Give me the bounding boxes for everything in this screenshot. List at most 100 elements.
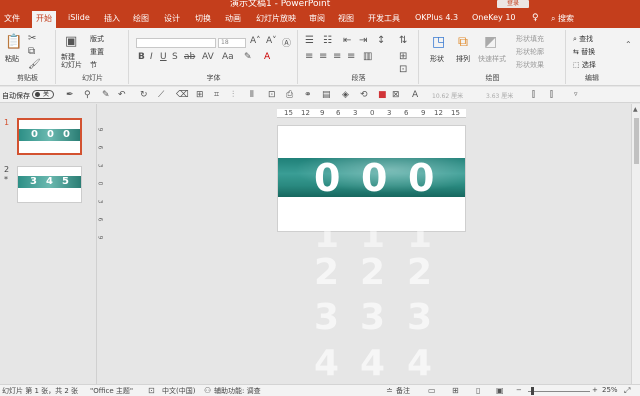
grow-font-icon[interactable]: A˄ bbox=[250, 36, 261, 46]
eyedropper-icon[interactable]: ⚲ bbox=[84, 90, 91, 100]
height-field[interactable]: 3.63 厘米 bbox=[486, 91, 513, 100]
columns-icon[interactable]: ▥ bbox=[363, 51, 372, 62]
change-case-icon[interactable]: Aa bbox=[222, 52, 234, 62]
new-slide-button[interactable]: 新建 幻灯片 bbox=[61, 53, 82, 69]
arrange-button[interactable]: 排列 bbox=[456, 54, 470, 64]
line-spacing-icon[interactable]: ↕ bbox=[377, 35, 385, 46]
strikethrough-icon[interactable]: ab bbox=[184, 52, 195, 62]
align-left-icon[interactable]: ≡ bbox=[305, 51, 313, 62]
tab-home[interactable]: 开始 bbox=[32, 11, 56, 28]
rotate-icon[interactable]: ⟲ bbox=[360, 90, 368, 100]
offslide-digit[interactable]: 3 bbox=[314, 300, 339, 336]
notes-icon[interactable]: ≐ bbox=[386, 386, 393, 395]
crop-icon[interactable]: ⌗ bbox=[214, 90, 219, 100]
pen-icon[interactable]: ✒ bbox=[66, 90, 74, 100]
office-icon[interactable]: ■ bbox=[378, 90, 387, 100]
tab-islide[interactable]: iSlide bbox=[68, 13, 90, 22]
align-text-icon[interactable]: ⊞ bbox=[399, 51, 407, 62]
offslide-digit[interactable]: 4 bbox=[314, 346, 339, 382]
justify-icon[interactable]: ≡ bbox=[347, 51, 355, 62]
align-icon[interactable]: ⫶ bbox=[232, 90, 234, 100]
copy-icon[interactable]: ⧉ bbox=[28, 46, 35, 57]
tab-draw[interactable]: 绘图 bbox=[133, 13, 149, 24]
distribute-icon[interactable]: ⫴ bbox=[250, 90, 254, 100]
fit-to-window-icon[interactable]: ⤢ bbox=[624, 386, 630, 396]
clear-format-icon[interactable]: Ⓐ bbox=[282, 36, 291, 49]
tab-animations[interactable]: 动画 bbox=[225, 13, 241, 24]
arrange-icon[interactable]: ⧉ bbox=[458, 34, 468, 50]
align-right-qat-icon[interactable]: ⫿ bbox=[550, 90, 553, 100]
slideshow-icon[interactable]: ▣ bbox=[496, 386, 504, 395]
offslide-digit[interactable]: 2 bbox=[360, 255, 385, 291]
new-slide-icon[interactable]: ▣ bbox=[65, 34, 77, 49]
layers-icon[interactable]: ▤ bbox=[322, 90, 331, 100]
quick-styles-button[interactable]: 快速样式 bbox=[478, 54, 506, 64]
accessibility-icon[interactable]: ⚇ bbox=[204, 386, 211, 395]
decrease-indent-icon[interactable]: ⇤ bbox=[343, 35, 351, 46]
table-icon[interactable]: ⊞ bbox=[196, 90, 204, 100]
reading-view-icon[interactable]: ▯ bbox=[476, 386, 480, 395]
align-center-icon[interactable]: ≡ bbox=[319, 51, 327, 62]
layout-button[interactable]: 版式 bbox=[90, 34, 104, 44]
format-painter-icon[interactable]: 🖌 bbox=[28, 59, 41, 70]
shadow-icon[interactable]: S bbox=[172, 52, 178, 62]
slide-thumbnail-1[interactable]: 0 0 0 bbox=[17, 118, 82, 155]
brush-icon[interactable]: ✎ bbox=[102, 90, 110, 100]
offslide-digit[interactable]: 2 bbox=[314, 255, 339, 291]
zoom-out-button[interactable]: − bbox=[516, 386, 522, 394]
select-button[interactable]: ⬚ 选择 bbox=[573, 60, 596, 70]
offslide-digit[interactable]: 4 bbox=[360, 346, 385, 382]
numbering-icon[interactable]: ☷ bbox=[323, 35, 332, 46]
char-spacing-icon[interactable]: AV bbox=[202, 52, 214, 62]
offslide-digit[interactable]: 3 bbox=[360, 300, 385, 336]
zoom-in-button[interactable]: + bbox=[592, 386, 598, 394]
font-size-dropdown[interactable]: 18 bbox=[218, 38, 246, 48]
text-fill-icon[interactable]: A bbox=[412, 90, 418, 100]
offslide-digit[interactable]: 1 bbox=[360, 218, 385, 254]
tab-file[interactable]: 文件 bbox=[4, 13, 20, 24]
slide-thumbnail-2[interactable]: 3 4 5 bbox=[17, 166, 82, 203]
replace-button[interactable]: ⇆ 替换 bbox=[573, 47, 595, 57]
increase-indent-icon[interactable]: ⇥ bbox=[359, 35, 367, 46]
shape-outline-button[interactable]: 形状轮廓 bbox=[516, 47, 544, 57]
collapse-ribbon-icon[interactable]: ⌃ bbox=[625, 40, 632, 49]
tab-developer[interactable]: 开发工具 bbox=[368, 13, 400, 24]
bullets-icon[interactable]: ☰ bbox=[305, 35, 314, 46]
font-color-icon[interactable]: A bbox=[264, 52, 270, 62]
tab-slideshow[interactable]: 幻灯片放映 bbox=[256, 13, 296, 24]
tab-insert[interactable]: 插入 bbox=[104, 13, 120, 24]
vertical-scrollbar[interactable]: ▲ bbox=[631, 104, 640, 384]
font-family-dropdown[interactable] bbox=[136, 38, 216, 48]
width-field[interactable]: 10.62 厘米 bbox=[432, 91, 463, 100]
lightbulb-icon[interactable]: ♀ bbox=[532, 13, 539, 23]
tab-review[interactable]: 审阅 bbox=[309, 13, 325, 24]
zoom-slider-thumb[interactable] bbox=[531, 387, 534, 395]
section-button[interactable]: 节 bbox=[90, 60, 97, 70]
shape-fill-button[interactable]: 形状填充 bbox=[516, 34, 544, 44]
zoom-level[interactable]: 25% bbox=[602, 386, 618, 394]
shapes-button[interactable]: 形状 bbox=[430, 54, 444, 64]
print-icon[interactable]: ⎙ bbox=[286, 90, 293, 100]
shape-effects-button[interactable]: 形状效果 bbox=[516, 60, 544, 70]
autosave-toggle[interactable]: 关 bbox=[32, 90, 54, 99]
align-right-icon[interactable]: ≡ bbox=[333, 51, 341, 62]
undo-icon[interactable]: ↶ bbox=[118, 90, 126, 100]
highlight-icon[interactable]: ✎ bbox=[244, 52, 252, 62]
reset-button[interactable]: 重置 bbox=[90, 47, 104, 57]
tab-onekey[interactable]: OneKey 10 bbox=[472, 13, 516, 22]
paste-button[interactable]: 粘贴 bbox=[5, 54, 19, 64]
accessibility-status[interactable]: 辅助功能: 调查 bbox=[214, 386, 261, 396]
italic-icon[interactable]: I bbox=[150, 52, 153, 62]
slide-digit[interactable]: 0 bbox=[361, 159, 387, 198]
slide-digit[interactable]: 0 bbox=[314, 159, 340, 198]
language-indicator[interactable]: 中文(中国) bbox=[162, 386, 195, 396]
cut-icon[interactable]: ✂ bbox=[28, 33, 36, 44]
tab-design[interactable]: 设计 bbox=[164, 13, 180, 24]
search-button[interactable]: ⌕ 搜索 bbox=[551, 13, 574, 24]
shapes-icon[interactable]: ◳ bbox=[432, 34, 445, 50]
redo-icon[interactable]: ↻ bbox=[140, 90, 148, 100]
tab-okplus[interactable]: OKPlus 4.3 bbox=[415, 13, 458, 22]
offslide-digit[interactable]: 2 bbox=[407, 255, 432, 291]
normal-view-icon[interactable]: ▭ bbox=[428, 386, 436, 395]
slide-digit[interactable]: 0 bbox=[408, 159, 434, 198]
